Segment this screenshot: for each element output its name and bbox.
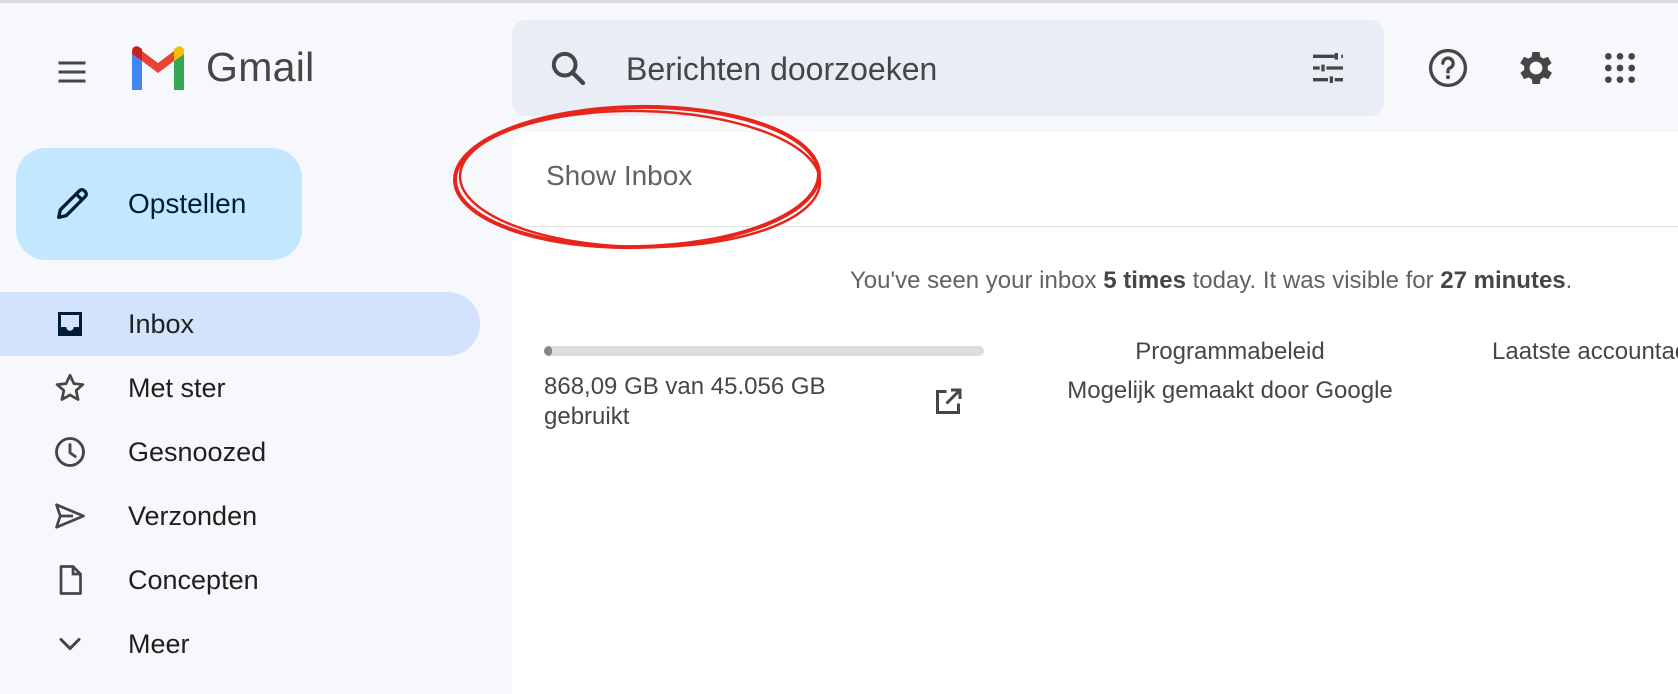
- apps-grid-icon: [1605, 53, 1635, 83]
- tune-icon[interactable]: [1308, 48, 1348, 88]
- header-divider: [512, 226, 1678, 227]
- stats-duration: 27 minutes: [1440, 267, 1566, 294]
- search-icon[interactable]: [548, 48, 588, 88]
- search-bar[interactable]: [512, 20, 1384, 116]
- main-menu-button[interactable]: [44, 44, 100, 100]
- stats-suffix: .: [1565, 267, 1573, 294]
- open-in-new-icon[interactable]: [930, 384, 966, 420]
- storage-progress-fill: [544, 346, 553, 356]
- stats-middle: today. It was visible for: [1185, 267, 1441, 294]
- gmail-m-icon: [132, 45, 184, 90]
- gmail-logo-text: Gmail: [206, 44, 315, 90]
- draft-icon: [59, 565, 82, 595]
- compose-button[interactable]: Opstellen: [16, 148, 302, 260]
- help-button[interactable]: [1420, 40, 1476, 96]
- stats-count: 5 times: [1103, 267, 1186, 294]
- gmail-logo[interactable]: Gmail: [128, 44, 315, 91]
- sidebar-item-drafts[interactable]: Concepten: [0, 548, 480, 612]
- last-account-activity[interactable]: Laatste accountactiviteit: [1492, 338, 1678, 366]
- sidebar-item-inbox[interactable]: Inbox: [0, 292, 480, 356]
- storage-usage-text: 868,09 GB van 45.056 GB gebruikt: [544, 373, 826, 430]
- inbox-icon: [58, 312, 82, 336]
- sidebar-item-label: Met ster: [128, 373, 226, 403]
- sidebar-item-label: Meer: [128, 629, 190, 659]
- powered-by-google: Mogelijk gemaakt door Google: [1067, 377, 1393, 404]
- sidebar-item-starred[interactable]: Met ster: [0, 356, 480, 420]
- clock-icon: [55, 437, 85, 467]
- pencil-icon: [57, 188, 88, 219]
- sidebar-item-more[interactable]: Meer: [0, 612, 480, 676]
- apps-button[interactable]: [1592, 40, 1648, 96]
- sidebar-item-label: Gesnoozed: [128, 437, 267, 467]
- settings-button[interactable]: [1508, 40, 1564, 96]
- star-icon: [55, 373, 85, 401]
- gear-icon: [1520, 52, 1552, 84]
- help-icon: [1428, 48, 1468, 88]
- show-inbox-link[interactable]: Show Inbox: [546, 160, 692, 192]
- sidebar-item-snoozed[interactable]: Gesnoozed: [0, 420, 480, 484]
- inbox-visibility-stats: You've seen your inbox 5 times today. It…: [850, 267, 1572, 295]
- chevron-down-icon: [59, 638, 81, 651]
- hamburger-menu-icon: [58, 61, 86, 83]
- sidebar-item-sent[interactable]: Verzonden: [0, 484, 480, 548]
- sidebar-item-label: Concepten: [128, 565, 259, 595]
- send-icon: [55, 503, 85, 529]
- stats-prefix: You've seen your inbox: [850, 267, 1104, 294]
- compose-label: Opstellen: [128, 188, 247, 219]
- main-panel: Show Inbox You've seen your inbox 5 time…: [512, 132, 1678, 694]
- sidebar-item-label: Inbox: [128, 309, 195, 339]
- program-policy-link[interactable]: Programmabeleid: [1080, 338, 1380, 366]
- sidebar-item-label: Verzonden: [128, 501, 258, 531]
- storage-progress-bar: [544, 346, 984, 356]
- top-border: [0, 0, 1678, 3]
- search-input[interactable]: [624, 46, 1268, 92]
